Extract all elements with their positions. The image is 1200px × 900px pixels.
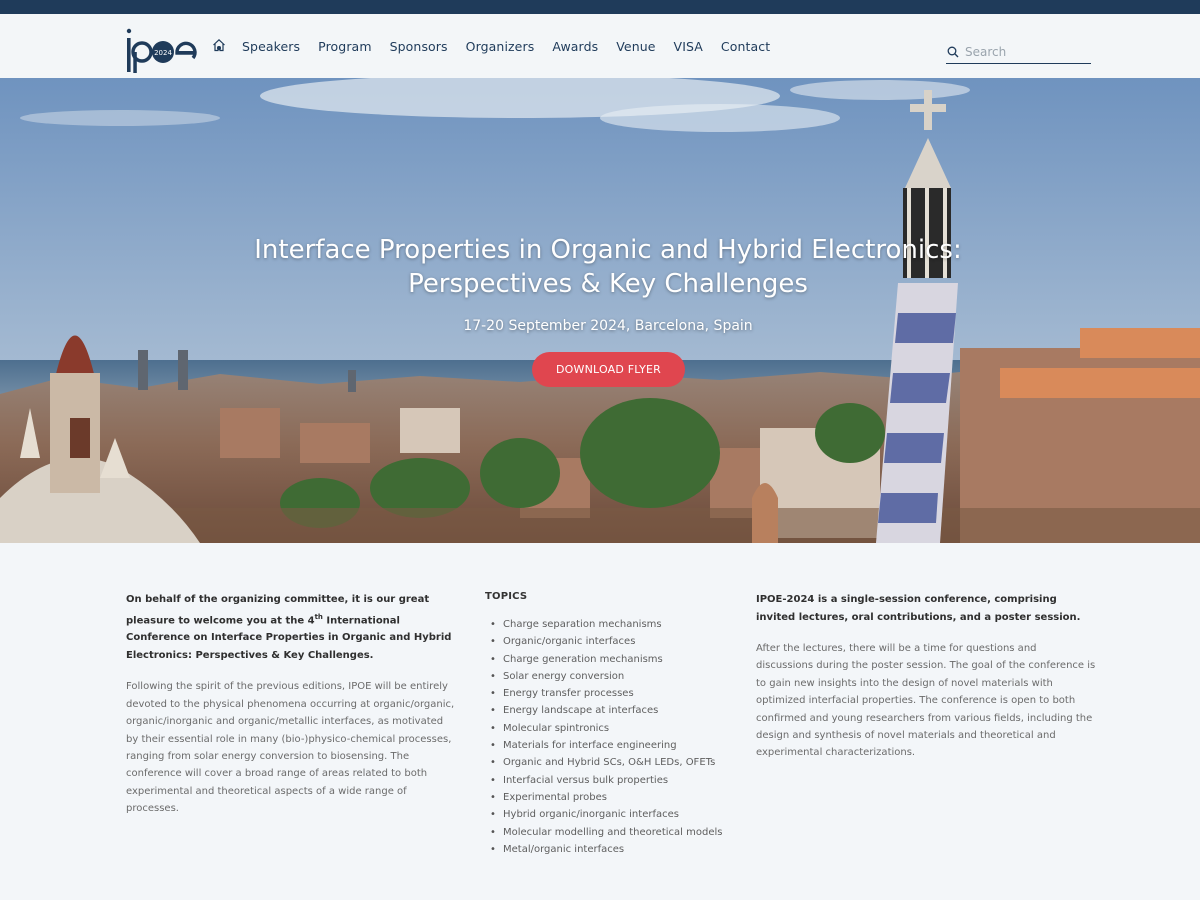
topic-item: Energy transfer processes [485,685,735,703]
nav-sponsors[interactable]: Sponsors [390,39,448,54]
topic-item: Molecular spintronics [485,720,735,738]
main-nav: Speakers Program Sponsors Organizers Awa… [212,14,788,78]
nav-speakers[interactable]: Speakers [242,39,300,54]
nav-venue[interactable]: Venue [616,39,655,54]
intro-lead: On behalf of the organizing committee, i… [126,591,458,664]
logo-year: 2024 [154,49,172,57]
topic-item: Charge generation mechanisms [485,651,735,669]
topic-item: Solar energy conversion [485,668,735,686]
nav-organizers[interactable]: Organizers [466,39,535,54]
search-input[interactable] [965,44,1085,59]
download-flyer-button[interactable]: DOWNLOAD FLYER [532,352,685,387]
topics-column: TOPICS Charge separation mechanisms Orga… [485,591,735,858]
topic-item: Organic and Hybrid SCs, O&H LEDs, OFETs [485,754,735,772]
site-header: 2024 Speakers Program Sponsors Organizer… [0,14,1200,78]
intro-column: On behalf of the organizing committee, i… [126,591,458,818]
topic-item: Interfacial versus bulk properties [485,772,735,790]
intro-body: Following the spirit of the previous edi… [126,681,455,815]
hero-background-image [0,78,1200,543]
topic-item: Molecular modelling and theoretical mode… [485,824,735,842]
hero-title-line-1: Interface Properties in Organic and Hybr… [254,235,962,265]
nav-program[interactable]: Program [318,39,371,54]
hero-title-line-2: Perspectives & Key Challenges [408,269,808,299]
topic-item: Energy landscape at interfaces [485,702,735,720]
topics-list: Charge separation mechanisms Organic/org… [485,616,735,858]
hero-title: Interface Properties in Organic and Hybr… [0,233,1200,301]
topic-item: Experimental probes [485,789,735,807]
about-body: After the lectures, there will be a time… [756,643,1096,759]
about-column: IPOE-2024 is a single-session conference… [756,591,1096,762]
nav-contact[interactable]: Contact [721,39,770,54]
nav-visa[interactable]: VISA [674,39,703,54]
home-icon[interactable] [212,38,226,52]
topic-item: Materials for interface engineering [485,737,735,755]
topic-item: Hybrid organic/inorganic interfaces [485,806,735,824]
search-box [946,40,1091,64]
content-section: On behalf of the organizing committee, i… [0,543,1200,900]
topics-title: TOPICS [485,591,528,602]
ipoe-logo[interactable]: 2024 [124,26,198,74]
topic-item: Charge separation mechanisms [485,616,735,634]
topic-item: Organic/organic interfaces [485,633,735,651]
hero-subtitle: 17-20 September 2024, Barcelona, Spain [463,318,753,334]
hero-banner: Interface Properties in Organic and Hybr… [0,78,1200,543]
top-bar [0,0,1200,14]
topic-item: Metal/organic interfaces [485,841,735,859]
search-icon[interactable] [947,46,959,58]
about-lead: IPOE-2024 is a single-session conference… [756,594,1081,623]
intro-lead-superscript: th [314,612,323,621]
nav-awards[interactable]: Awards [552,39,598,54]
